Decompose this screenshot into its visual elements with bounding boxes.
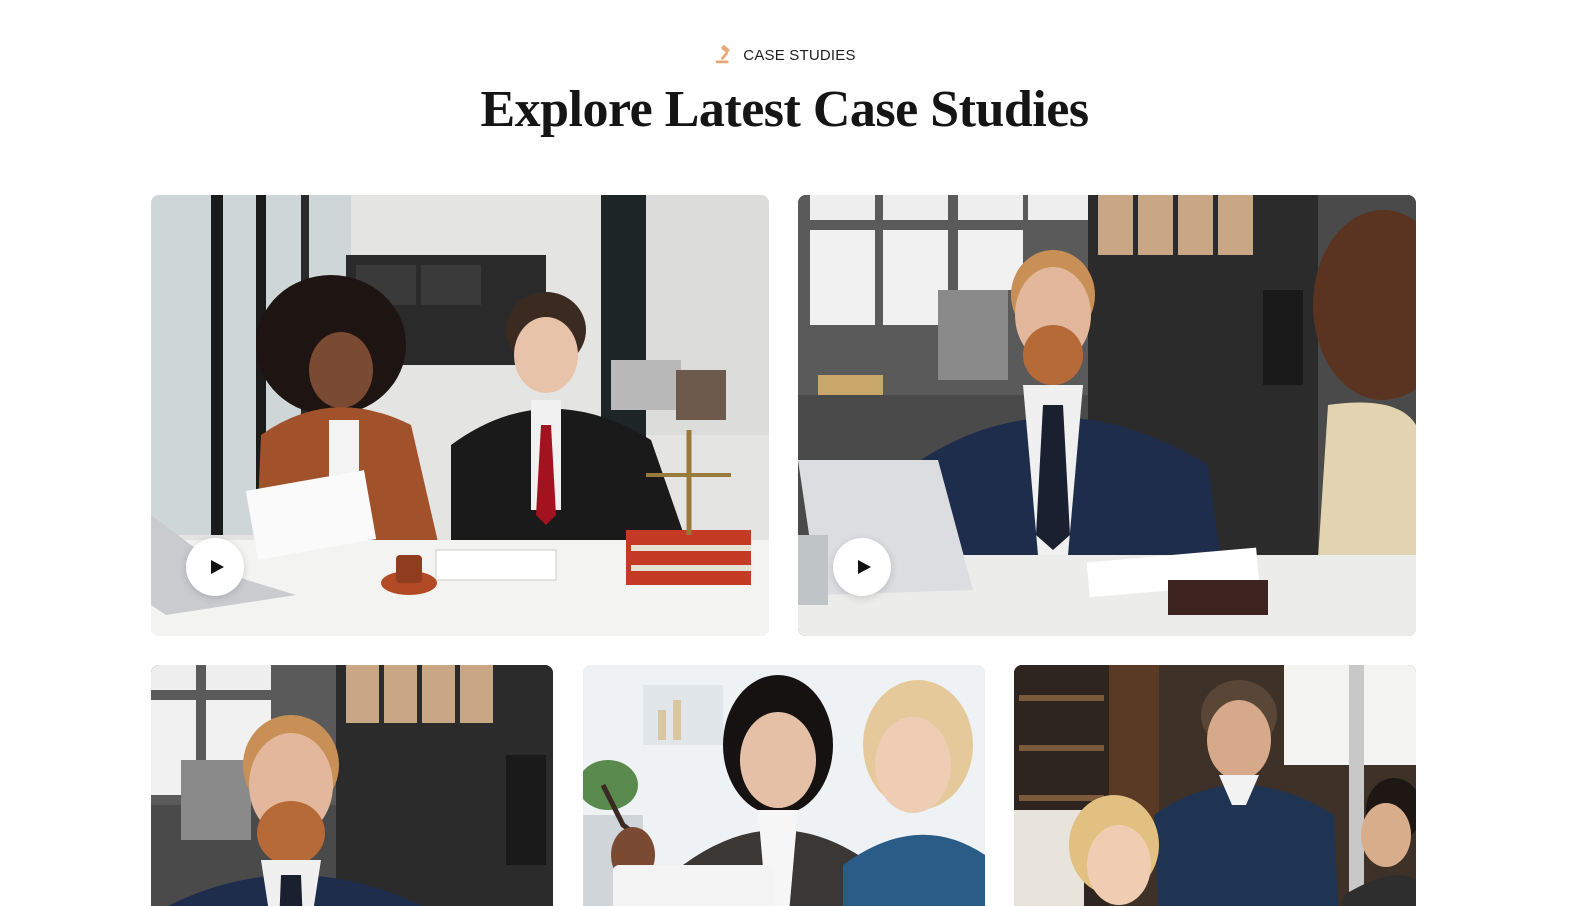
case-study-card[interactable] <box>798 195 1416 636</box>
section-title: Explore Latest Case Studies <box>480 81 1089 138</box>
play-button[interactable] <box>186 538 244 596</box>
case-study-card[interactable] <box>151 195 769 636</box>
play-icon <box>206 559 225 575</box>
section-eyebrow: CASE STUDIES <box>0 44 1569 66</box>
case-study-image <box>151 665 553 906</box>
case-study-card[interactable] <box>583 665 985 906</box>
play-icon <box>853 559 872 575</box>
case-study-image <box>583 665 985 906</box>
eyebrow-label: CASE STUDIES <box>743 46 856 64</box>
case-studies-section: CASE STUDIES Explore Latest Case Studies <box>0 0 1569 906</box>
gavel-icon <box>713 44 735 66</box>
play-button[interactable] <box>833 538 891 596</box>
case-study-card[interactable] <box>1014 665 1416 906</box>
case-study-image <box>1014 665 1416 906</box>
case-study-card[interactable] <box>151 665 553 906</box>
